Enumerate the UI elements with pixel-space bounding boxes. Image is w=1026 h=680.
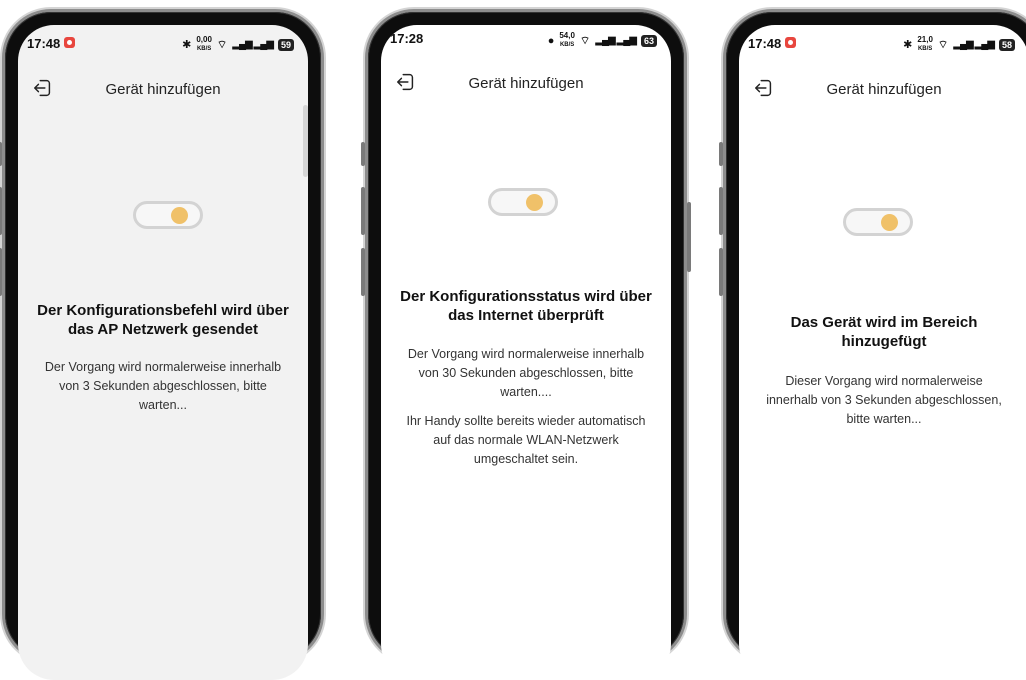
battery-indicator: 58	[998, 38, 1015, 51]
side-button	[0, 187, 2, 235]
screen-recording-icon	[785, 37, 796, 48]
signal-icon: ▂▄▆ ▂▄▆	[232, 39, 274, 50]
bluetooth-icon: ✱	[182, 39, 192, 51]
status-heading: Der Konfigurationsbefehl wird über das A…	[37, 302, 289, 338]
status-description: Dieser Vorgang wird normalerweise innerh…	[766, 374, 1002, 426]
phone-frame-1: 17:48 ✱ 0,00 KB/S ⌔ ▂▄▆ ▂▄▆ 59 Gerät hinz…	[0, 12, 321, 680]
page-title: Gerät hinzufügen	[826, 81, 942, 98]
status-note: Ihr Handy sollte bereits wieder automati…	[406, 414, 646, 466]
side-button	[0, 248, 2, 296]
status-bar: 17:48 ✱ 0,00 KB/S ⌔ ▂▄▆ ▂▄▆ 59	[18, 33, 308, 57]
bluetooth-icon: ✱	[903, 39, 913, 51]
progress-toggle-graphic	[488, 188, 558, 216]
side-button	[719, 142, 723, 166]
progress-toggle-graphic	[133, 201, 203, 229]
page-title: Gerät hinzufügen	[105, 81, 221, 98]
wifi-icon: ⌔	[937, 38, 949, 51]
status-time: 17:28	[390, 31, 424, 46]
page-title: Gerät hinzufügen	[468, 75, 584, 92]
signal-icon: ▂▄▆ ▂▄▆	[953, 39, 995, 50]
network-speed: 0,00 KB/S	[196, 35, 212, 53]
side-button	[361, 187, 365, 235]
status-time: 17:48	[748, 36, 782, 51]
app-header: Gerät hinzufügen	[18, 75, 308, 115]
side-button	[361, 142, 365, 166]
screen-2: 17:28 ● 54,0 KB/S ⌔ ▂▄▆ ▂▄▆ 63 Gerät hinz…	[381, 25, 671, 680]
status-bar: 17:48 ✱ 21,0 KB/S ⌔ ▂▄▆ ▂▄▆ 58	[739, 33, 1026, 57]
phone-frame-3: 17:48 ✱ 21,0 KB/S ⌔ ▂▄▆ ▂▄▆ 58 Gerät hinz…	[719, 12, 1026, 680]
app-header: Gerät hinzufügen	[739, 75, 1026, 115]
side-button	[0, 142, 2, 166]
status-heading: Der Konfigurationsstatus wird über das I…	[400, 288, 652, 324]
signal-icon: ▂▄▆ ▂▄▆	[595, 35, 637, 46]
side-button	[719, 248, 723, 296]
battery-indicator: 63	[640, 34, 657, 47]
phone-frame-2: 17:28 ● 54,0 KB/S ⌔ ▂▄▆ ▂▄▆ 63 Gerät hinz…	[361, 12, 691, 680]
side-button	[361, 248, 365, 296]
power-button	[687, 202, 691, 272]
network-speed: 54,0 KB/S	[559, 31, 575, 49]
screen-1: 17:48 ✱ 0,00 KB/S ⌔ ▂▄▆ ▂▄▆ 59 Gerät hinz…	[18, 25, 308, 680]
status-description: Der Vorgang wird normalerweise innerhalb…	[44, 360, 282, 412]
side-button	[719, 187, 723, 235]
toggle-knob	[171, 207, 188, 224]
screen-recording-icon	[64, 37, 75, 48]
status-description: Der Vorgang wird normalerweise innerhalb…	[407, 347, 645, 399]
battery-indicator: 59	[277, 38, 294, 51]
progress-toggle-graphic	[843, 208, 913, 236]
network-speed: 21,0 KB/S	[917, 35, 933, 53]
toggle-knob	[526, 194, 543, 211]
app-header: Gerät hinzufügen	[381, 69, 671, 109]
screen-3: 17:48 ✱ 21,0 KB/S ⌔ ▂▄▆ ▂▄▆ 58 Gerät hinz…	[739, 25, 1026, 680]
scrollbar[interactable]	[303, 105, 308, 177]
wifi-icon: ⌔	[579, 34, 591, 47]
status-time: 17:48	[27, 36, 61, 51]
toggle-knob	[881, 214, 898, 231]
wifi-icon: ⌔	[216, 38, 228, 51]
status-bar: 17:28 ● 54,0 KB/S ⌔ ▂▄▆ ▂▄▆ 63	[381, 31, 671, 57]
location-icon: ●	[547, 34, 555, 47]
status-heading: Das Gerät wird im Bereich hinzugefügt	[790, 314, 978, 350]
